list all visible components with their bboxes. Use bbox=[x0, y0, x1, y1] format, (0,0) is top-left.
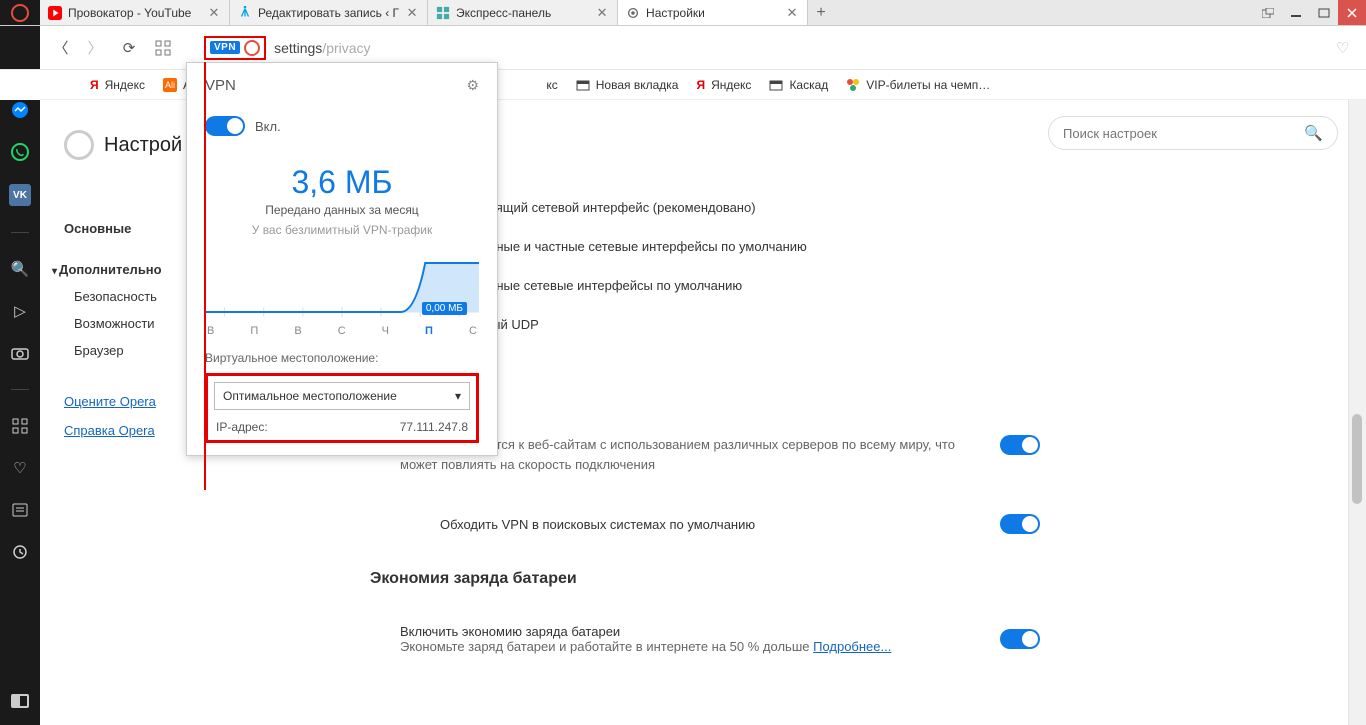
sidebar-play-icon[interactable]: ▷ bbox=[10, 301, 30, 321]
vpn-popup-title: VPN bbox=[205, 77, 236, 94]
bookmark-heart-button[interactable]: ♡ bbox=[1336, 39, 1356, 57]
vpn-day-label: П bbox=[425, 325, 433, 337]
settings-title: Настрой bbox=[104, 134, 182, 157]
radio-option-1[interactable]: ь любой подходящий сетевой интерфейс (ре… bbox=[400, 200, 1336, 215]
tab-title: Редактировать запись ‹ Г bbox=[258, 6, 399, 20]
chevron-down-icon: ▾ bbox=[455, 389, 461, 403]
vpn-day-label: С bbox=[469, 325, 477, 337]
tab-title: Экспресс-панель bbox=[456, 6, 589, 20]
bypass-vpn-label: Обходить VPN в поисковых системах по умо… bbox=[400, 517, 755, 532]
sidebar-history-icon[interactable] bbox=[10, 542, 30, 562]
opera-logo-icon bbox=[11, 4, 29, 22]
window-maximize-button[interactable] bbox=[1310, 0, 1338, 25]
tab-wordpress[interactable]: Редактировать запись ‹ Г ✕ bbox=[230, 0, 428, 25]
vpn-day-label: С bbox=[338, 325, 346, 337]
sidebar-whatsapp-icon[interactable] bbox=[10, 142, 30, 162]
battery-section-title: Экономия заряда батареи bbox=[370, 570, 1040, 588]
opera-menu-button[interactable] bbox=[0, 0, 40, 25]
sidebar-extensions-icon[interactable] bbox=[10, 416, 30, 436]
vpn-on-label: Вкл. bbox=[255, 119, 281, 134]
vpn-day-label: В bbox=[207, 325, 214, 337]
vpn-badge-button[interactable]: VPN bbox=[210, 41, 240, 54]
vpn-popup: VPN ⚙ Вкл. 3,6 МБ Передано данных за мес… bbox=[186, 62, 498, 456]
vpn-day-label: П bbox=[250, 325, 258, 337]
tab-title: Провокатор - YouTube bbox=[68, 6, 201, 20]
window-minimize-button[interactable] bbox=[1282, 0, 1310, 25]
sidebar-messenger-icon[interactable] bbox=[10, 100, 30, 120]
vpn-day-label: Ч bbox=[382, 325, 389, 337]
radio-option-4[interactable]: епроксированный UDP bbox=[400, 317, 1336, 332]
ali-icon: Ali bbox=[163, 78, 177, 92]
battery-enable-label: Включить экономию заряда батареи bbox=[400, 624, 891, 639]
bypass-vpn-toggle[interactable] bbox=[1000, 514, 1040, 534]
settings-search[interactable]: 🔍 bbox=[1048, 116, 1338, 150]
sidebar-news-icon[interactable] bbox=[10, 500, 30, 520]
opera-addr-icon bbox=[244, 40, 260, 56]
window-close-button[interactable] bbox=[1338, 0, 1366, 25]
nav-back-button[interactable]: 〈 bbox=[48, 35, 74, 61]
radio-option-2[interactable]: ь только публичные и частные сетевые инт… bbox=[400, 239, 1336, 254]
tab-speed-dial[interactable]: Экспресс-панель ✕ bbox=[428, 0, 618, 25]
scrollbar-thumb[interactable] bbox=[1352, 414, 1362, 504]
vpn-day-label: В bbox=[294, 325, 301, 337]
battery-toggle[interactable] bbox=[1000, 629, 1040, 649]
vpn-location-label: Виртуальное местоположение: bbox=[205, 351, 479, 365]
tab-close-icon[interactable]: ✕ bbox=[785, 6, 799, 20]
battery-enable-desc: Экономьте заряд батареи и работайте в ин… bbox=[400, 639, 891, 654]
settings-search-input[interactable] bbox=[1063, 126, 1304, 141]
bookmark-newtab[interactable]: Новая вкладка bbox=[576, 78, 679, 92]
vpn-chart: 0,00 МБ В П В С Ч П С bbox=[205, 255, 479, 335]
nav-reload-button[interactable]: ⟳ bbox=[116, 35, 142, 61]
window-tabs-button[interactable] bbox=[1254, 0, 1282, 25]
vpn-settings-icon[interactable]: ⚙ bbox=[466, 77, 479, 94]
yandex-icon: Я bbox=[90, 78, 99, 92]
sidebar-vk-icon[interactable]: VK bbox=[9, 184, 31, 206]
bookmark-vip[interactable]: VIP-билеты на чемп… bbox=[846, 78, 990, 92]
speed-dial-button[interactable] bbox=[150, 35, 176, 61]
vpn-data-caption: Передано данных за месяц bbox=[205, 203, 479, 217]
tab-settings[interactable]: Настройки ✕ bbox=[618, 0, 808, 25]
sidebar-heart-icon[interactable]: ♡ bbox=[10, 458, 30, 478]
address-bar[interactable]: settings/privacy bbox=[274, 40, 1328, 56]
yandex-icon: Я bbox=[696, 78, 705, 92]
sidebar-snapshot-icon[interactable] bbox=[10, 343, 30, 363]
battery-more-link[interactable]: Подробнее... bbox=[813, 639, 891, 654]
vpn-chart-badge: 0,00 МБ bbox=[422, 302, 467, 315]
new-tab-button[interactable]: + bbox=[808, 0, 834, 25]
tab-title: Настройки bbox=[646, 6, 779, 20]
vpn-location-select[interactable]: Оптимальное местоположение ▾ bbox=[214, 382, 470, 410]
tab-close-icon[interactable]: ✕ bbox=[405, 6, 419, 20]
tab-close-icon[interactable]: ✕ bbox=[207, 6, 221, 20]
radio-option-3[interactable]: ь только публичные сетевые интерфейсы по… bbox=[400, 278, 1336, 293]
nav-forward-button[interactable]: 〉 bbox=[82, 35, 108, 61]
bookmark-cascade[interactable]: Каскад bbox=[769, 78, 828, 92]
vpn-on-toggle[interactable] bbox=[205, 116, 245, 136]
bookmark-3[interactable]: кс bbox=[546, 78, 557, 92]
search-icon: 🔍 bbox=[1304, 124, 1323, 142]
settings-header-icon bbox=[64, 130, 94, 160]
vpn-ip-label: IP-адрес: bbox=[216, 420, 268, 434]
vpn-ip-value: 77.111.247.8 bbox=[400, 420, 468, 434]
vpn-data-sub: У вас безлимитный VPN-трафик bbox=[205, 223, 479, 237]
sidebar-toggle-button[interactable] bbox=[10, 691, 30, 711]
tab-close-icon[interactable]: ✕ bbox=[595, 6, 609, 20]
sidebar-search-icon[interactable]: 🔍 bbox=[10, 259, 30, 279]
vpn-data-amount: 3,6 МБ bbox=[205, 164, 479, 201]
scrollbar[interactable] bbox=[1348, 100, 1366, 725]
tab-youtube[interactable]: Провокатор - YouTube ✕ bbox=[40, 0, 230, 25]
bookmark-yandex-2[interactable]: ЯЯндекс bbox=[696, 78, 751, 92]
vpn-enable-toggle[interactable] bbox=[1000, 435, 1040, 455]
bookmark-yandex[interactable]: ЯЯндекс bbox=[90, 78, 145, 92]
